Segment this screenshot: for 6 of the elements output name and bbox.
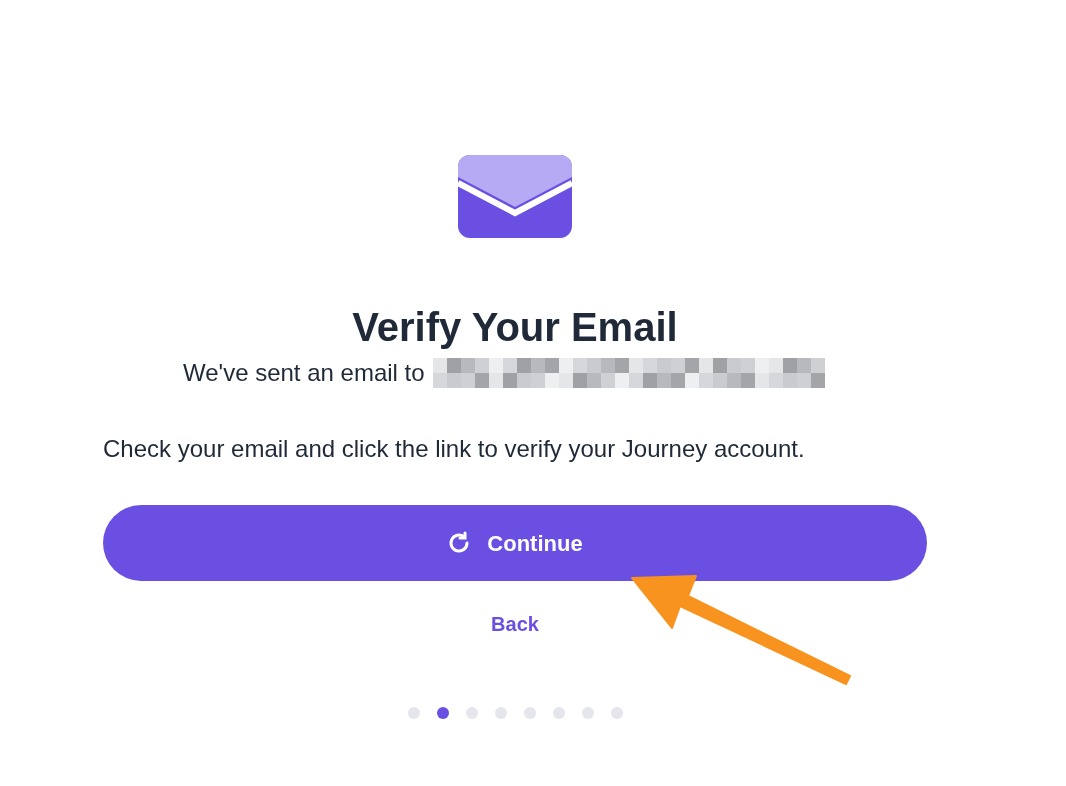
- back-link[interactable]: Back: [491, 609, 539, 639]
- envelope-icon: [458, 155, 572, 238]
- page-title: Verify Your Email: [352, 304, 678, 351]
- sent-message: We've sent an email to: [183, 358, 425, 388]
- instructions-text: Check your email and click the link to verify your Journey account.: [103, 434, 805, 464]
- continue-button[interactable]: Continue: [103, 505, 927, 581]
